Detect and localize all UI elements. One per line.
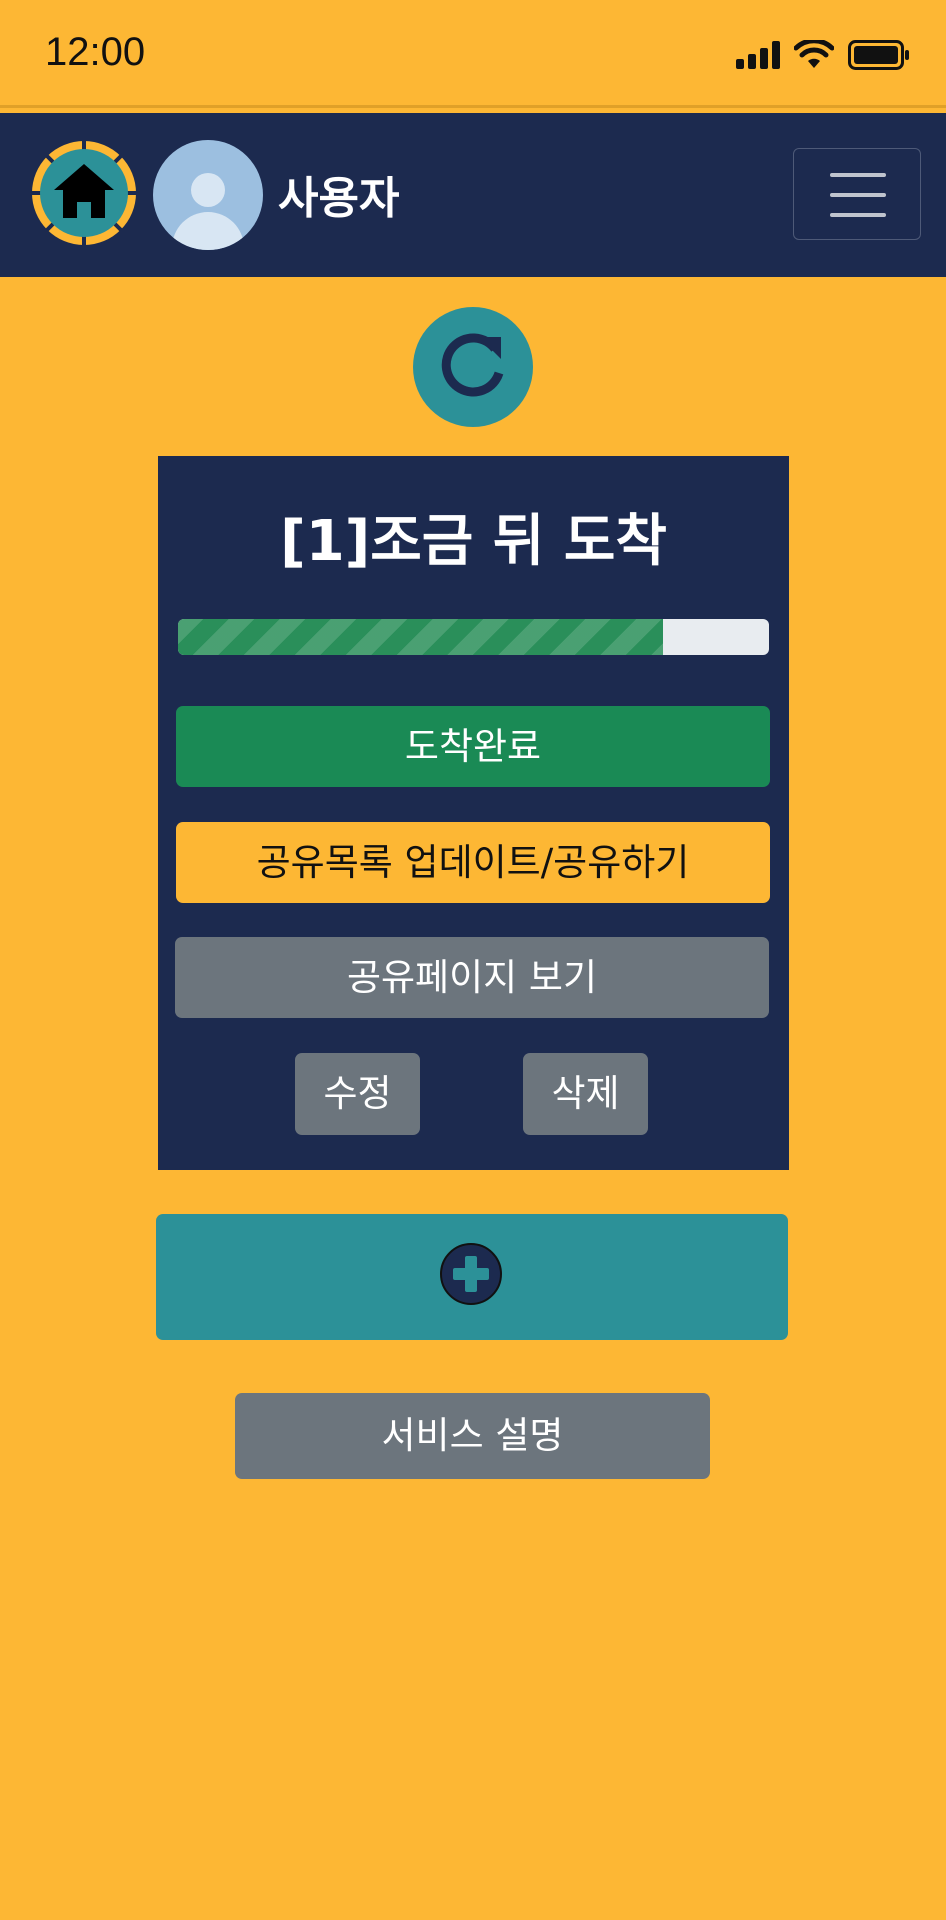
progress-fill: [178, 619, 663, 655]
signal-icon: [736, 41, 780, 69]
refresh-button[interactable]: [413, 307, 533, 427]
arrive-complete-button[interactable]: 도착완료: [176, 706, 770, 787]
menu-toggle-button[interactable]: [793, 148, 921, 240]
user-name: 사용자: [278, 173, 400, 224]
progress-bar: [178, 619, 769, 655]
home-button[interactable]: [29, 138, 139, 248]
hamburger-icon: [830, 173, 886, 177]
add-button[interactable]: [156, 1214, 788, 1340]
card-title: [1]조금 뒤 도착: [280, 509, 667, 574]
status-bar: 12:00: [0, 0, 946, 108]
edit-button[interactable]: 수정: [295, 1053, 420, 1135]
share-page-button[interactable]: 공유페이지 보기: [175, 937, 769, 1018]
status-icons: [736, 40, 910, 70]
wifi-icon: [794, 40, 834, 68]
battery-icon: [848, 40, 909, 70]
status-time: 12:00: [45, 30, 146, 74]
trip-card: [1]조금 뒤 도착 도착완료 공유목록 업데이트/공유하기 공유페이지 보기 …: [158, 456, 789, 1170]
refresh-icon: [441, 333, 504, 397]
user-icon: [172, 173, 244, 250]
home-icon: [32, 141, 136, 245]
plus-circle-icon: [440, 1243, 502, 1305]
share-update-button[interactable]: 공유목록 업데이트/공유하기: [176, 822, 770, 903]
avatar: [153, 140, 263, 250]
service-description-button[interactable]: 서비스 설명: [235, 1393, 710, 1479]
navbar: 사용자: [0, 113, 946, 277]
delete-button[interactable]: 삭제: [523, 1053, 648, 1135]
